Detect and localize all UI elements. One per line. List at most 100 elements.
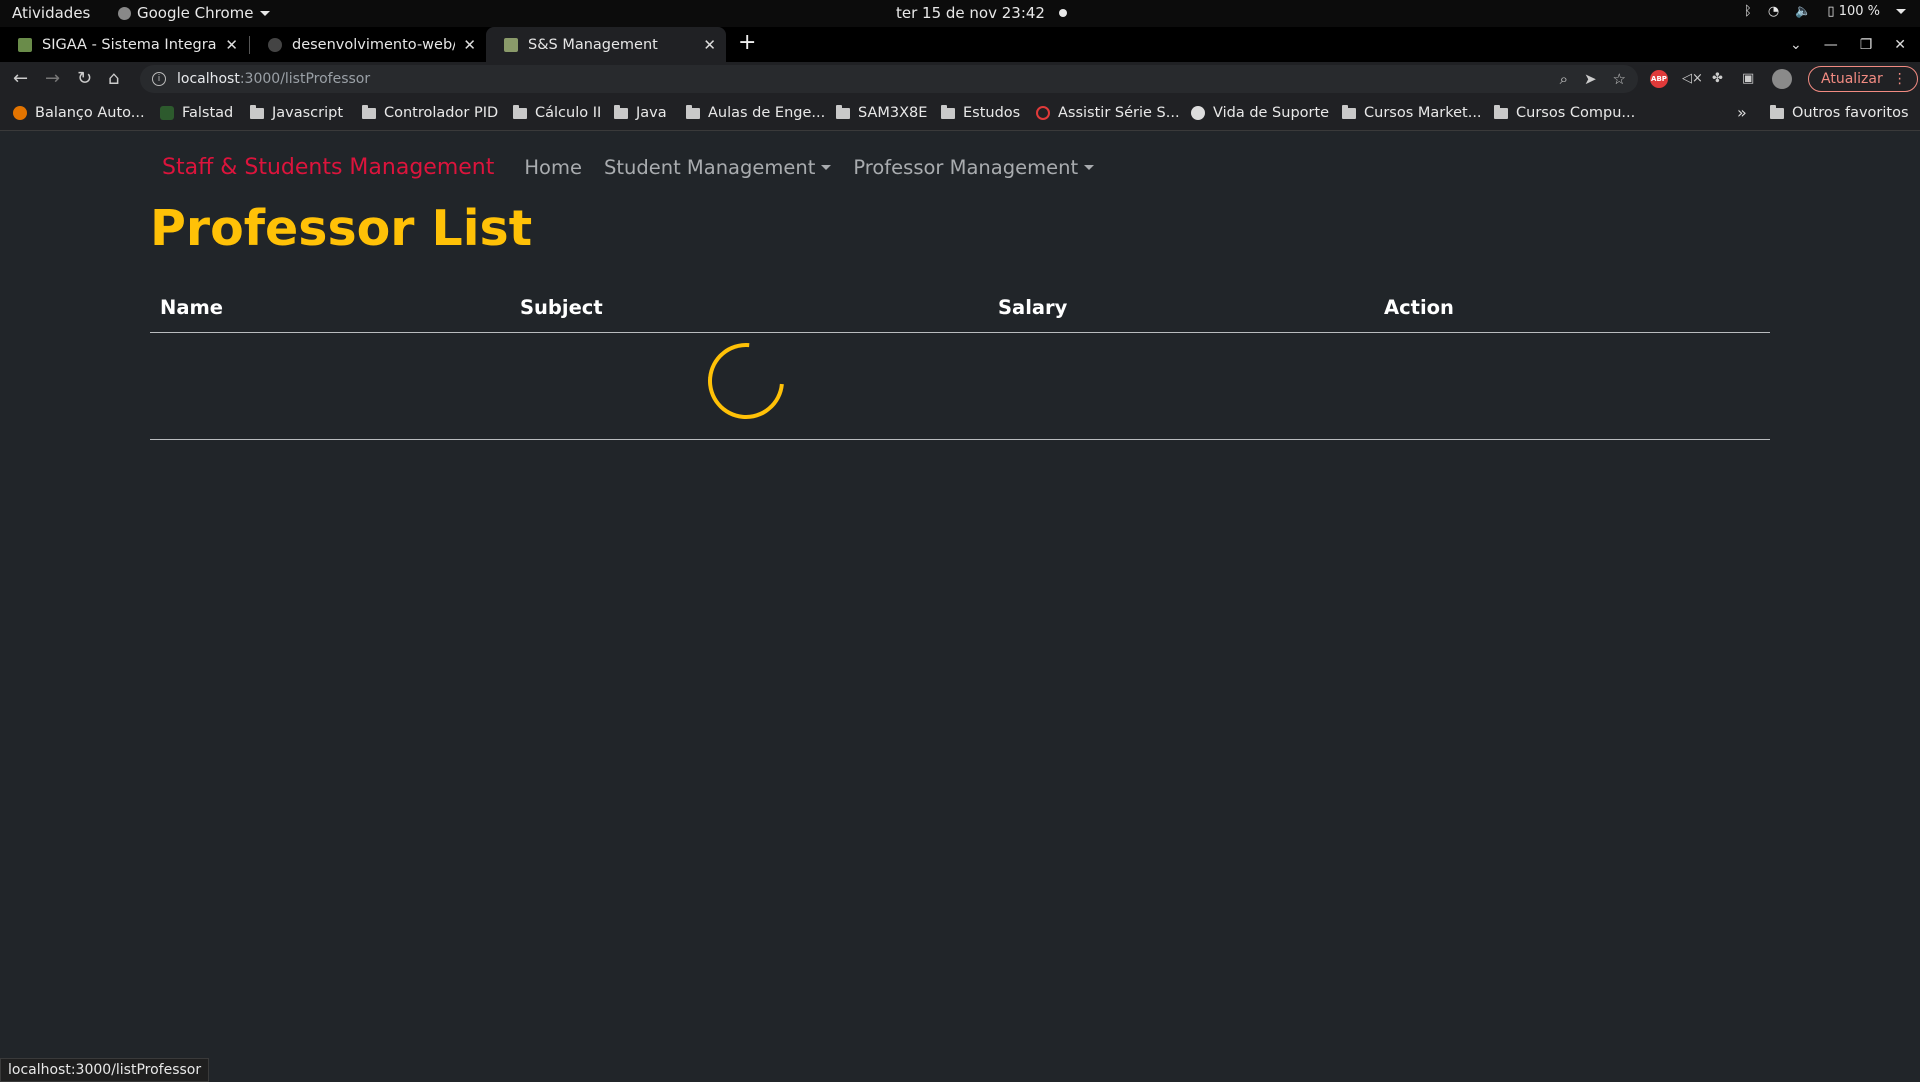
status-bubble: localhost:3000/listProfessor: [0, 1058, 210, 1082]
other-bookmarks[interactable]: Outros favoritos: [1770, 104, 1909, 121]
bookmarks-bar: Balanço Auto... Falstad Javascript Contr…: [0, 96, 1920, 131]
folder-icon: [1494, 104, 1508, 119]
wifi-icon: ◔: [1767, 4, 1780, 19]
tab-ss-management[interactable]: S&S Management ✕: [486, 27, 726, 62]
mute-tab-icon[interactable]: ◁×: [1682, 71, 1703, 87]
bookmark-label: Estudos: [963, 105, 1021, 121]
bluetooth-icon: ᛒ: [1744, 4, 1752, 19]
bookmark-item[interactable]: Aulas de Enge...: [686, 104, 825, 121]
back-arrow-icon[interactable]: ←: [13, 68, 28, 89]
app-menu[interactable]: Google Chrome: [118, 4, 270, 22]
home-icon[interactable]: ⌂: [108, 68, 119, 89]
play-icon: [1036, 106, 1050, 120]
update-button[interactable]: Atualizar ⋮: [1808, 66, 1918, 92]
chrome-icon: [118, 6, 131, 20]
professor-table: Name Subject Salary Action: [150, 288, 1770, 440]
bookmark-label: Java: [636, 105, 667, 121]
volume-icon: 🔈: [1795, 4, 1812, 19]
folder-icon: [614, 104, 628, 119]
window-controls: ⌄ — ❐ ✕: [1790, 27, 1920, 62]
bookmark-item[interactable]: Balanço Auto...: [13, 105, 145, 121]
close-icon[interactable]: ✕: [225, 36, 238, 54]
bookmark-label: Cursos Market...: [1364, 105, 1482, 121]
url-host: localhost: [177, 71, 240, 87]
activities-button[interactable]: Atividades: [12, 4, 90, 22]
tab-title: SIGAA - Sistema Integrado: [42, 36, 218, 53]
bookmark-item[interactable]: Estudos: [941, 104, 1021, 121]
tab-github[interactable]: desenvolvimento-web/crud ✕: [250, 27, 486, 62]
clock[interactable]: ter 15 de nov 23:42: [896, 4, 1067, 22]
clock-label: ter 15 de nov 23:42: [896, 4, 1045, 22]
nav-professor-management[interactable]: Professor Management: [853, 155, 1095, 179]
kebab-menu-icon[interactable]: ⋮: [1893, 71, 1907, 87]
bookmark-item[interactable]: SAM3X8E: [836, 104, 928, 121]
bookmark-item[interactable]: Assistir Série S...: [1036, 105, 1180, 121]
profile-avatar[interactable]: [1772, 69, 1792, 89]
zoom-icon[interactable]: ⌕: [1560, 70, 1568, 88]
close-icon[interactable]: ✕: [463, 36, 476, 54]
folder-icon: [941, 104, 955, 119]
folder-icon: [836, 104, 850, 119]
bookmark-item[interactable]: Controlador PID: [362, 104, 499, 121]
close-window-icon[interactable]: ✕: [1894, 37, 1906, 53]
forward-arrow-icon[interactable]: →: [45, 68, 60, 89]
table-body: [150, 327, 1770, 440]
bookmark-label: Outros favoritos: [1792, 105, 1909, 121]
reload-icon[interactable]: ↻: [77, 68, 92, 89]
system-tray[interactable]: ᛒ ◔ 🔈 ▯ 100 %: [1744, 4, 1906, 19]
tab-title: S&S Management: [528, 36, 658, 53]
column-header-action: Action: [1384, 296, 1454, 319]
tab-strip: SIGAA - Sistema Integrado ✕ desenvolvime…: [0, 27, 1920, 62]
extensions-area: ABP ◁× ✤ ▣: [1650, 69, 1792, 89]
more-bookmarks-icon[interactable]: »: [1737, 103, 1747, 122]
falstad-icon: [160, 106, 174, 120]
notification-dot-icon: [1058, 9, 1067, 17]
omnibox-actions: ⌕ ➤ ☆: [1560, 70, 1626, 88]
app-favicon-icon: [504, 37, 518, 52]
bookmark-item[interactable]: Vida de Suporte: [1191, 105, 1329, 121]
bookmark-label: Cursos Compu...: [1516, 105, 1636, 121]
address-bar[interactable]: i localhost:3000/listProfessor ⌕ ➤ ☆: [140, 65, 1638, 93]
github-favicon-icon: [268, 37, 282, 52]
tab-search-icon[interactable]: ⌄: [1790, 37, 1802, 53]
bookmark-item[interactable]: Falstad: [160, 105, 233, 121]
bookmark-item[interactable]: Javascript: [250, 104, 343, 121]
bookmark-label: SAM3X8E: [858, 105, 928, 121]
nav-professor-label: Professor Management: [853, 155, 1079, 179]
folder-icon: [362, 104, 376, 119]
bookmark-item[interactable]: Java: [614, 104, 667, 121]
loading-spinner-icon: [692, 327, 800, 435]
folder-icon: [513, 104, 527, 119]
bookmark-label: Balanço Auto...: [35, 105, 145, 121]
app-menu-label: Google Chrome: [137, 4, 254, 22]
bookmark-item[interactable]: Cursos Market...: [1342, 104, 1482, 121]
nav-home-label: Home: [524, 155, 582, 179]
bookmark-label: Falstad: [182, 105, 234, 121]
system-top-bar: Atividades Google Chrome ter 15 de nov 2…: [0, 0, 1920, 27]
maximize-icon[interactable]: ❐: [1860, 37, 1873, 53]
nav-home[interactable]: Home: [524, 156, 582, 179]
minimize-icon[interactable]: —: [1824, 37, 1838, 53]
nav-student-label: Student Management: [603, 155, 816, 179]
column-header-name: Name: [160, 296, 224, 319]
send-icon[interactable]: ➤: [1584, 70, 1597, 88]
chevron-down-icon: [259, 10, 270, 16]
bookmark-item[interactable]: Cursos Compu...: [1494, 104, 1636, 121]
bookmark-star-icon[interactable]: ☆: [1613, 70, 1626, 88]
chevron-down-icon: [1896, 9, 1906, 14]
bookmark-label: Controlador PID: [384, 105, 499, 121]
nav-student-management[interactable]: Student Management: [603, 155, 832, 179]
close-icon[interactable]: ✕: [703, 36, 716, 54]
table-header: Name Subject Salary Action: [150, 288, 1770, 333]
bookmark-item[interactable]: Cálculo II: [513, 104, 601, 121]
column-header-subject: Subject: [520, 296, 603, 319]
brand-link[interactable]: Staff & Students Management: [162, 155, 494, 180]
adblock-icon[interactable]: ABP: [1650, 70, 1668, 88]
extensions-puzzle-icon[interactable]: ✤: [1712, 71, 1728, 87]
tab-sigaa[interactable]: SIGAA - Sistema Integrado ✕: [0, 27, 248, 62]
side-panel-icon[interactable]: ▣: [1742, 71, 1758, 87]
site-info-icon[interactable]: i: [152, 72, 166, 86]
battery-label: 100 %: [1838, 4, 1880, 19]
url-text: localhost:3000/listProfessor: [177, 71, 370, 87]
new-tab-icon[interactable]: +: [738, 30, 756, 55]
